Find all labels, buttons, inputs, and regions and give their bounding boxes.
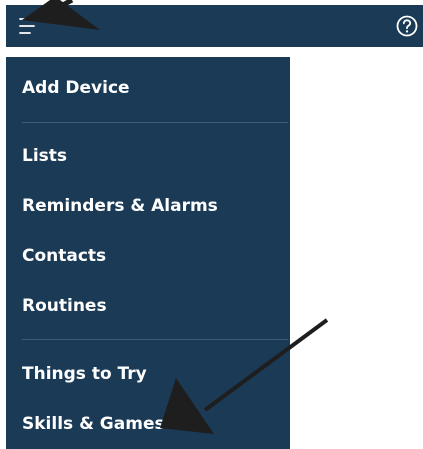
menu-item-contacts[interactable]: Contacts (22, 243, 106, 269)
menu-item-things-to-try[interactable]: Things to Try (22, 361, 147, 387)
menu-item-routines[interactable]: Routines (22, 293, 107, 319)
help-circle-icon[interactable] (395, 14, 419, 38)
menu-item-add-device[interactable]: Add Device (22, 75, 130, 101)
menu-item-lists[interactable]: Lists (22, 143, 67, 169)
menu-divider (22, 122, 288, 123)
navigation-drawer: Add Device Lists Reminders & Alarms Cont… (6, 57, 290, 449)
menu-item-reminders-alarms[interactable]: Reminders & Alarms (22, 193, 218, 219)
menu-item-skills-games[interactable]: Skills & Games (22, 411, 165, 437)
top-app-bar (6, 5, 423, 47)
app-screen: Add Device Lists Reminders & Alarms Cont… (0, 0, 423, 449)
hamburger-menu-icon[interactable] (19, 16, 39, 36)
menu-divider (22, 339, 288, 340)
